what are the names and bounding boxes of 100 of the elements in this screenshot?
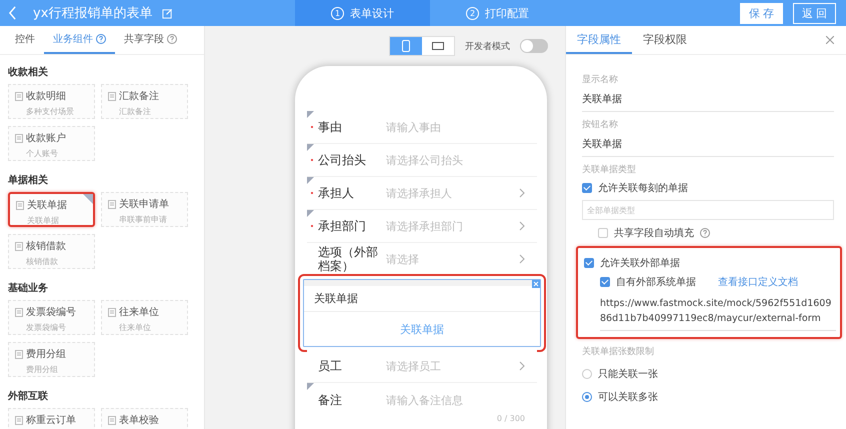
card-subtitle: 串联事前申请 bbox=[118, 214, 168, 225]
desktop-view-button[interactable] bbox=[422, 37, 454, 55]
field-placeholder: 请选择 bbox=[386, 252, 420, 266]
corner-mark-icon bbox=[307, 111, 314, 118]
chevron-icon bbox=[519, 254, 525, 264]
field-placeholder: 请选择公司抬头 bbox=[386, 152, 464, 168]
property-label: 显示名称 bbox=[582, 74, 619, 86]
radio-label: 可以关联多张 bbox=[598, 390, 658, 404]
document-icon bbox=[15, 92, 23, 100]
document-icon bbox=[16, 200, 24, 210]
checkbox[interactable] bbox=[584, 258, 594, 268]
card-subtitle: 汇款备注 bbox=[118, 106, 152, 117]
card-subtitle: 多种支付场景 bbox=[25, 106, 75, 117]
checkbox[interactable] bbox=[600, 277, 610, 287]
property-label: 按钮名称 bbox=[582, 118, 619, 131]
button-name-field[interactable]: 关联单据 bbox=[582, 131, 834, 157]
developer-mode-toggle[interactable] bbox=[520, 39, 548, 53]
required-mark bbox=[311, 159, 313, 161]
document-icon bbox=[108, 308, 116, 316]
help-icon[interactable] bbox=[700, 228, 710, 238]
component-card[interactable]: 关联单据 关联单据 bbox=[8, 192, 95, 227]
field-placeholder: 请选择承担部门 bbox=[386, 218, 464, 234]
document-icon bbox=[15, 134, 23, 142]
field-label: 承担人 bbox=[318, 186, 355, 200]
form-row[interactable]: 员工 请选择员工 bbox=[307, 350, 537, 383]
document-icon bbox=[108, 416, 116, 424]
checkbox-label: 允许关联外部单据 bbox=[600, 256, 680, 270]
field-placeholder: 请输入备注信息 bbox=[386, 393, 464, 408]
document-icon bbox=[108, 200, 116, 208]
field-label: 公司抬头 bbox=[318, 152, 367, 168]
checkbox-label: 允许关联每刻的单据 bbox=[598, 182, 688, 195]
component-card[interactable]: 表单校验 bbox=[101, 408, 188, 429]
card-subtitle: 关联单据 bbox=[26, 215, 60, 226]
card-title: 往来单位 bbox=[119, 306, 159, 319]
card-title: 表单校验 bbox=[119, 414, 159, 427]
corner-mark-icon bbox=[307, 144, 314, 151]
form-row[interactable]: 承担部门 请选择承担部门 bbox=[307, 210, 537, 243]
close-icon[interactable] bbox=[826, 36, 834, 44]
url-field[interactable]: https://www.fastmock.site/mock/5962f551d160986d11b7b40997119ec8/maycur/external-form bbox=[600, 294, 836, 332]
checkbox-label: 共享字段自动填充 bbox=[614, 226, 694, 240]
card-title: 关联单据 bbox=[27, 198, 67, 212]
field-placeholder: 请选择承担人 bbox=[386, 186, 453, 200]
component-card[interactable]: 收款明细 多种支付场景 bbox=[8, 84, 95, 119]
card-title: 收款账户 bbox=[26, 132, 66, 145]
form-row[interactable]: 公司抬头 请选择公司抬头 bbox=[307, 144, 537, 177]
checkbox[interactable] bbox=[582, 183, 592, 193]
card-subtitle: 发票袋编号 bbox=[25, 322, 67, 333]
component-card[interactable]: 汇款备注 汇款备注 bbox=[101, 84, 188, 119]
phone-icon bbox=[402, 40, 410, 52]
form-row[interactable]: 承担人 请选择承担人 bbox=[307, 177, 537, 210]
document-icon bbox=[15, 416, 23, 424]
component-card[interactable]: 往来单位 往来单位 bbox=[101, 300, 188, 335]
property-label: 关联单据类型 bbox=[582, 164, 637, 176]
document-icon bbox=[15, 242, 23, 250]
corner-mark-icon bbox=[83, 194, 93, 204]
component-card[interactable]: 收款账户 个人账号 bbox=[8, 126, 95, 161]
document-icon bbox=[15, 350, 23, 358]
form-title: yx行程报销单的表单 bbox=[33, 5, 152, 22]
field-label: 承担部门 bbox=[318, 218, 367, 234]
display-name-field[interactable]: 关联单据 bbox=[582, 86, 834, 112]
card-title: 发票袋编号 bbox=[26, 306, 76, 319]
card-subtitle: 核销借款 bbox=[25, 256, 59, 267]
form-row[interactable]: 事由 请输入事由 bbox=[307, 111, 537, 144]
document-icon bbox=[108, 92, 116, 100]
card-subtitle: 费用分组 bbox=[25, 364, 59, 375]
card-subtitle: 往来单位 bbox=[118, 322, 152, 333]
edit-icon[interactable] bbox=[162, 8, 174, 18]
document-icon bbox=[15, 308, 23, 316]
required-mark bbox=[311, 225, 313, 227]
property-tab[interactable]: 字段权限 bbox=[632, 26, 698, 54]
back-icon[interactable] bbox=[8, 6, 17, 20]
card-title: 费用分组 bbox=[26, 348, 66, 361]
component-card[interactable]: 称重云订单 bbox=[8, 408, 95, 429]
component-card[interactable]: 费用分组 费用分组 bbox=[8, 342, 95, 377]
help-icon[interactable] bbox=[167, 34, 177, 44]
palette-tab[interactable]: 共享字段 bbox=[115, 26, 186, 54]
card-title: 汇款备注 bbox=[119, 90, 159, 103]
field-label: 员工 bbox=[318, 358, 343, 374]
component-card[interactable]: 核销借款 核销借款 bbox=[8, 234, 95, 269]
character-counter: 0 / 300 bbox=[496, 414, 525, 423]
radio-button[interactable] bbox=[582, 369, 592, 380]
corner-mark-icon bbox=[307, 177, 314, 184]
required-mark bbox=[311, 192, 313, 194]
component-card[interactable]: 发票袋编号 发票袋编号 bbox=[8, 300, 95, 335]
component-card[interactable]: 关联申请单 串联事前申请 bbox=[101, 192, 188, 227]
card-title: 核销借款 bbox=[26, 240, 66, 253]
field-label: 备注 bbox=[318, 393, 343, 408]
chevron-icon bbox=[519, 188, 525, 198]
section-title: 外部互联 bbox=[8, 390, 49, 403]
property-label: 关联单据张数限制 bbox=[582, 346, 655, 358]
corner-mark-icon bbox=[307, 210, 314, 217]
section-title: 收款相关 bbox=[8, 66, 49, 79]
chevron-icon bbox=[519, 221, 525, 231]
palette-tab[interactable]: 控件 bbox=[6, 26, 44, 54]
radio-button[interactable] bbox=[582, 392, 592, 402]
help-icon[interactable] bbox=[96, 34, 106, 44]
checkbox[interactable] bbox=[598, 228, 608, 238]
developer-mode-label: 开发者模式 bbox=[465, 40, 510, 52]
section-title: 单据相关 bbox=[8, 174, 49, 187]
radio-label: 只能关联一张 bbox=[598, 368, 658, 382]
